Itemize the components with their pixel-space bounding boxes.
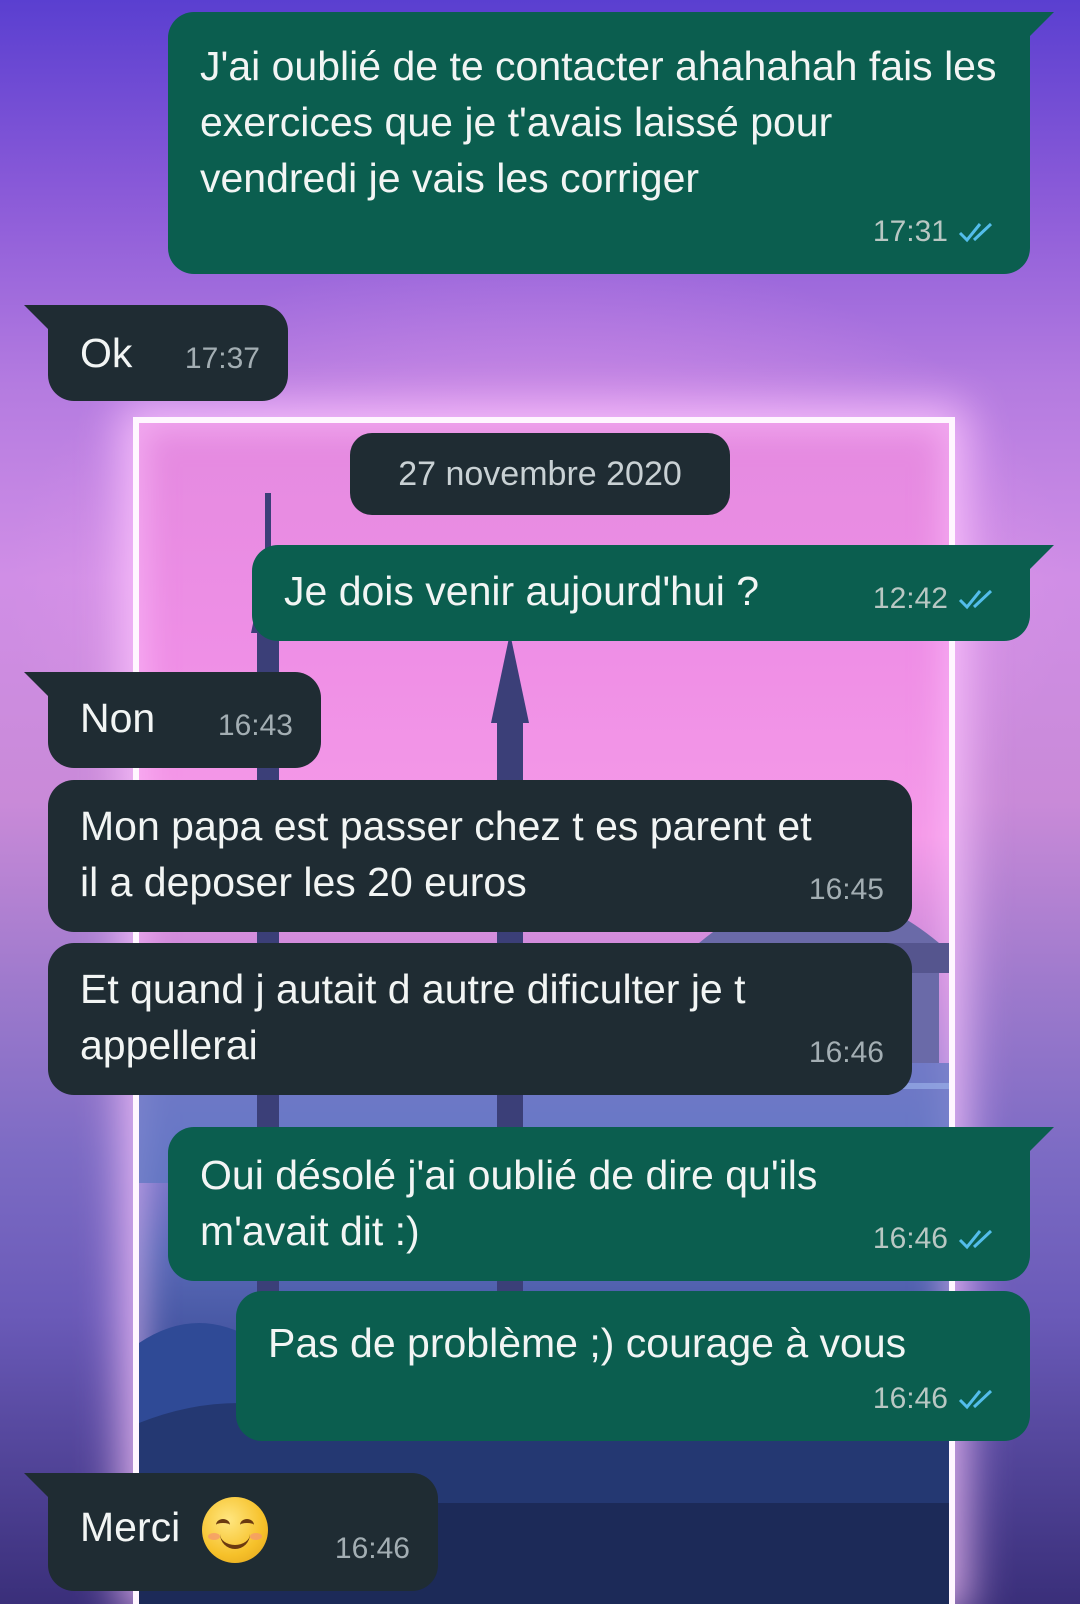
message-meta: 12:42 [873, 571, 1002, 627]
message-bubble-incoming[interactable]: Non 16:43 [24, 672, 321, 768]
message-meta: 16:46 [335, 1521, 410, 1577]
message-bubble-outgoing[interactable]: J'ai oublié de te contacter ahahahah fai… [168, 12, 1054, 274]
message-time: 16:46 [808, 1036, 884, 1069]
message-bubble-incoming[interactable]: Merci 16:46 [24, 1473, 438, 1591]
message-text: J'ai oublié de te contacter ahahahah fai… [200, 43, 997, 201]
message-text: Je dois venir aujourd'hui ? [284, 568, 760, 614]
message-meta: 16:46 [873, 1371, 1002, 1427]
read-ticks-icon [958, 1389, 993, 1410]
message-text: Mon papa est passer chez t es parent et … [80, 803, 812, 905]
message-bubble-outgoing[interactable]: Pas de problème ;) courage à vous 16:46 [236, 1291, 1030, 1441]
message-meta: 16:46 [873, 1211, 1002, 1267]
date-separator-text: 27 novembre 2020 [398, 454, 682, 493]
read-ticks-icon [958, 589, 993, 610]
date-separator: 27 novembre 2020 [350, 433, 730, 515]
message-time: 16:46 [872, 1382, 948, 1415]
message-meta: 17:31 [873, 204, 1002, 260]
message-time: 16:45 [808, 873, 884, 906]
message-time: 17:31 [872, 215, 948, 248]
message-meta: 17:37 [185, 331, 260, 387]
message-bubble-incoming[interactable]: Mon papa est passer chez t es parent et … [48, 780, 912, 932]
message-text: Merci [80, 1503, 181, 1550]
message-bubble-incoming[interactable]: Ok 17:37 [24, 305, 288, 401]
message-time: 17:37 [184, 342, 260, 375]
message-time: 16:46 [872, 1222, 948, 1255]
message-meta: 16:43 [218, 698, 293, 754]
message-text: Oui désolé j'ai oublié de dire qu'ils m'… [200, 1152, 818, 1254]
read-ticks-icon [958, 1229, 993, 1250]
message-time: 16:46 [334, 1532, 410, 1565]
smiling-face-icon [201, 1497, 268, 1563]
message-time: 12:42 [872, 582, 948, 615]
message-meta: 16:45 [809, 862, 884, 918]
message-text: Ok [80, 330, 133, 376]
message-bubble-outgoing[interactable]: Je dois venir aujourd'hui ? 12:42 [252, 545, 1054, 641]
message-bubble-incoming[interactable]: Et quand j autait d autre dificulter je … [48, 943, 912, 1095]
message-text: Et quand j autait d autre dificulter je … [80, 966, 746, 1068]
read-ticks-icon [958, 222, 993, 243]
message-meta: 16:46 [809, 1025, 884, 1081]
message-time: 16:43 [217, 709, 293, 742]
message-text: Non [80, 695, 156, 741]
message-text: Pas de problème ;) courage à vous [268, 1320, 907, 1366]
message-bubble-outgoing[interactable]: Oui désolé j'ai oublié de dire qu'ils m'… [168, 1127, 1054, 1281]
